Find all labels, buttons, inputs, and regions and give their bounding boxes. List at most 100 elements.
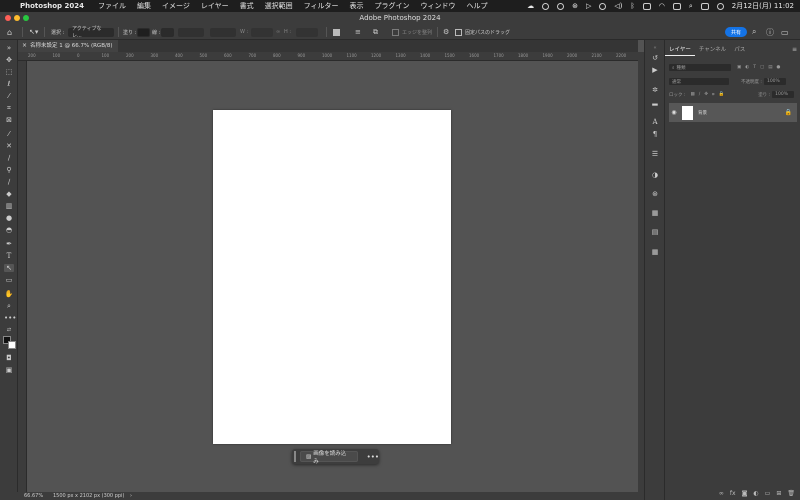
fill-field[interactable]: 100% [772, 91, 795, 98]
minimize-window-button[interactable] [14, 15, 20, 21]
zoom-window-button[interactable] [23, 15, 29, 21]
panel-menu-icon[interactable]: ≡ [792, 44, 797, 56]
character-icon[interactable]: A [650, 118, 660, 126]
stroke-swatch[interactable] [161, 27, 174, 37]
app-menu[interactable]: Photoshop 2024 [20, 2, 84, 10]
crop-tool-icon[interactable]: ⌗ [4, 104, 14, 112]
ring-icon[interactable]: ⊛ [572, 2, 578, 10]
dodge-tool-icon[interactable]: ◓ [4, 226, 14, 234]
width-field[interactable] [251, 27, 273, 37]
layer-name[interactable]: 背景 [698, 110, 707, 116]
toolbar-collapse-icon[interactable]: » [4, 44, 14, 52]
menu-image[interactable]: イメージ [162, 1, 190, 11]
tool-preset-icon[interactable]: ↖▾ [29, 24, 38, 40]
document-tab[interactable]: × 名称未設定 1 @ 66.7% (RGB/8) [18, 40, 118, 52]
search-icon[interactable]: ⌕ [689, 2, 693, 11]
filter-toggle-icon[interactable]: ● [776, 65, 780, 70]
pen-tool-icon[interactable]: ✒ [4, 240, 14, 248]
filter-type-icon[interactable]: T [753, 65, 756, 70]
document-info[interactable]: 1500 px x 2102 px (300 ppi) › [53, 492, 132, 500]
brush-tool-icon[interactable]: ∕ [4, 154, 14, 162]
patterns-icon[interactable]: ▦ [650, 248, 660, 256]
menu-layer[interactable]: レイヤー [201, 1, 229, 11]
filter-pixel-icon[interactable]: ▣ [737, 65, 741, 70]
add-mask-icon[interactable]: ◙ [742, 490, 748, 497]
type-tool-icon[interactable]: T [4, 252, 14, 260]
creative-cloud-icon[interactable]: ☁ [527, 2, 534, 10]
quick-mask-icon[interactable]: ◘ [4, 354, 14, 362]
eraser-tool-icon[interactable]: ◆ [4, 190, 14, 198]
volume-icon[interactable]: ◁) [614, 2, 622, 10]
clock[interactable]: 2月12日(月) 11:02 [732, 1, 794, 11]
clone-stamp-tool-icon[interactable]: ⚲ [4, 166, 14, 174]
close-window-button[interactable] [5, 15, 11, 21]
adjustments-icon[interactable]: ✲ [650, 86, 660, 94]
gear-icon[interactable]: ⚙ [443, 24, 449, 40]
link-layers-icon[interactable]: ∞ [719, 490, 724, 497]
marquee-tool-icon[interactable]: ⬚ [4, 68, 14, 76]
link-icon[interactable]: ∞ [276, 24, 280, 40]
path-operations-icon[interactable] [333, 28, 340, 36]
edit-toolbar-icon[interactable]: ••• [4, 314, 16, 322]
rectangle-tool-icon[interactable]: ▭ [4, 276, 14, 284]
histogram-icon[interactable]: ▂ [650, 98, 660, 106]
gradient-tool-icon[interactable]: ▥ [4, 202, 14, 210]
path-alignment-icon[interactable]: ≡ [355, 24, 361, 40]
path-selection-tool-icon[interactable]: ↖ [4, 264, 14, 272]
help-icon[interactable]: ⓘ [766, 24, 774, 40]
height-field[interactable] [296, 27, 318, 37]
visibility-eye-icon[interactable]: ◉ [669, 109, 679, 116]
hand-tool-icon[interactable]: ✋ [4, 290, 14, 298]
healing-brush-tool-icon[interactable]: ✕ [4, 142, 14, 150]
filter-shape-icon[interactable]: ▢ [760, 65, 764, 70]
search-icon[interactable]: ⌕ [752, 24, 756, 40]
status-icon-1[interactable] [542, 2, 550, 10]
new-layer-icon[interactable]: ⊞ [776, 490, 781, 497]
new-group-icon[interactable]: ▭ [765, 490, 771, 497]
drag-handle[interactable] [294, 451, 296, 462]
frame-tool-icon[interactable]: ⊠ [4, 116, 14, 124]
import-image-button[interactable]: ▨ 画像を読み込み [300, 451, 358, 465]
swap-colors-icon[interactable]: ⇄ [4, 326, 14, 334]
vertical-ruler[interactable] [18, 61, 27, 492]
menu-window[interactable]: ウィンドウ [421, 1, 456, 11]
menu-type[interactable]: 書式 [240, 1, 254, 11]
swatches-icon[interactable]: ⊛ [650, 190, 660, 198]
bluetooth-icon[interactable]: ᛒ [631, 2, 635, 10]
more-options-button[interactable]: ••• [367, 453, 379, 461]
eyedropper-tool-icon[interactable]: ⁄ [4, 130, 14, 138]
menu-edit[interactable]: 編集 [137, 1, 151, 11]
workspace-icon[interactable]: ▭ [781, 24, 789, 40]
document-canvas[interactable] [213, 110, 451, 444]
magic-wand-tool-icon[interactable]: ⁄ [4, 92, 14, 100]
zoom-tool-icon[interactable]: ⌕ [4, 302, 14, 310]
libraries-icon[interactable]: ▦ [650, 209, 660, 217]
menu-plugins[interactable]: プラグイン [375, 1, 410, 11]
lock-pixels-icon[interactable]: ∕ [699, 92, 701, 97]
tab-channels[interactable]: チャンネル [695, 44, 730, 56]
menu-file[interactable]: ファイル [98, 1, 126, 11]
horizontal-ruler[interactable]: 200 100 0 100 200 300 400 500 600 700 800 900 1000 11… [18, 52, 638, 61]
close-tab-icon[interactable]: × [22, 40, 27, 52]
siri-icon[interactable] [716, 2, 724, 10]
actions-icon[interactable]: ▶ [650, 66, 660, 74]
menu-select[interactable]: 選択範囲 [265, 1, 293, 11]
filter-smart-object-icon[interactable]: ▤ [768, 65, 772, 70]
move-tool-icon[interactable]: ✥ [4, 56, 14, 64]
layer-lock-icon[interactable]: 🔒 [785, 109, 792, 116]
lasso-tool-icon[interactable]: ℓ [4, 80, 14, 88]
wifi-icon[interactable]: ◠ [659, 2, 665, 10]
paragraph-icon[interactable]: ¶ [650, 130, 660, 138]
lock-position-icon[interactable]: ✥ [704, 92, 708, 97]
new-adjustment-icon[interactable]: ◐ [753, 490, 758, 497]
layer-row[interactable]: ◉ 背景 🔒 [669, 103, 797, 122]
path-arrangement-icon[interactable]: ⧉ [373, 24, 378, 40]
tab-paths[interactable]: パス [730, 44, 749, 56]
opacity-field[interactable]: 100% [763, 78, 786, 85]
menu-help[interactable]: ヘルプ [467, 1, 488, 11]
background-color-swatch[interactable] [8, 341, 16, 349]
delete-layer-icon[interactable]: 🗑 [787, 490, 795, 497]
layer-filter-dropdown[interactable]: ⌕ 種類 [669, 64, 731, 71]
menu-view[interactable]: 表示 [350, 1, 364, 11]
stroke-width-field[interactable] [178, 27, 204, 37]
